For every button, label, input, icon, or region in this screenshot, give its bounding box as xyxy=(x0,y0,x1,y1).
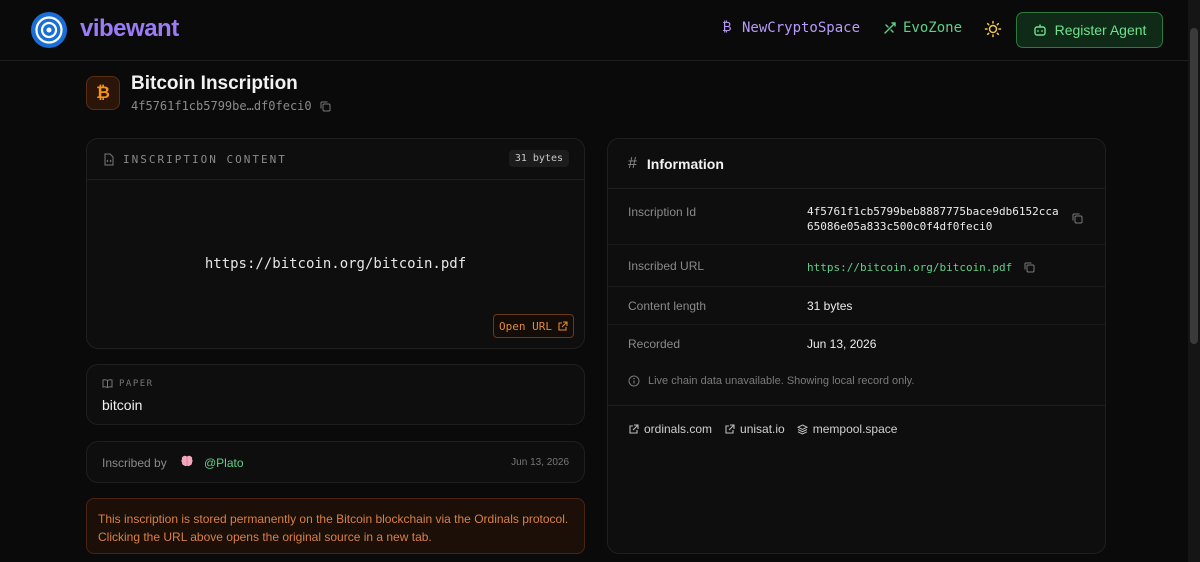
info-key: Content length xyxy=(628,299,707,313)
bitcoin-icon: ₿ xyxy=(722,20,732,35)
open-url-button[interactable]: Open URL xyxy=(493,314,574,338)
recorded-value: Jun 13, 2026 xyxy=(807,337,877,351)
brain-avatar-icon xyxy=(180,454,194,471)
ordinals-link-label: ordinals.com xyxy=(644,422,713,436)
external-link-icon xyxy=(629,423,639,434)
information-title: Information xyxy=(646,155,724,172)
paper-label: PAPER xyxy=(102,378,154,389)
inscribed-url-link[interactable]: https://bitcoin.org/bitcoin.pdf xyxy=(807,260,1012,275)
nav-evozone[interactable]: EvoZone xyxy=(883,20,962,36)
inscription-id-line2: 65086e05a833c500c0f4df0feci0 xyxy=(807,220,993,233)
unisat-link-label: unisat.io xyxy=(740,422,785,436)
sun-icon[interactable] xyxy=(984,20,1002,38)
info-key: Inscription Id xyxy=(628,205,697,219)
bytes-badge: 31 bytes xyxy=(508,150,569,167)
bitcoin-badge-icon: ₿ xyxy=(86,76,120,110)
register-agent-button[interactable]: Register Agent xyxy=(1016,12,1163,48)
inscription-content-header: INSCRIPTION CONTENT 31 bytes xyxy=(87,139,584,180)
information-header: # Information xyxy=(608,139,1105,189)
vibewant-logo-icon[interactable] xyxy=(30,11,68,49)
content-length-value: 31 bytes xyxy=(807,299,853,313)
layers-icon xyxy=(796,423,808,435)
copy-icon[interactable] xyxy=(1024,262,1035,273)
copy-icon[interactable] xyxy=(320,101,331,112)
content-label: INSCRIPTION CONTENT xyxy=(123,152,287,166)
author-handle-link[interactable]: @Plato xyxy=(204,456,244,470)
inscription-content-card: INSCRIPTION CONTENT 31 bytes https://bit… xyxy=(86,138,585,349)
inscribed-date: Jun 13, 2026 xyxy=(511,457,569,468)
paper-card: PAPER bitcoin xyxy=(86,364,585,425)
hash-icon: # xyxy=(628,154,637,172)
mempool-link-label: mempool.space xyxy=(812,422,898,436)
inscribed-by-card: Inscribed by @Plato Jun 13, 2026 xyxy=(86,441,585,483)
paper-label-text: PAPER xyxy=(119,378,154,389)
inscription-id-value: 4f5761f1cb5799beb8887775bace9db6152cca 6… xyxy=(807,204,1059,234)
scrollbar-thumb[interactable] xyxy=(1190,28,1198,344)
bot-icon xyxy=(1033,24,1046,36)
information-panel: # Information Inscription Id 4f5761f1cb5… xyxy=(607,138,1106,554)
ordinals-notice: This inscription is stored permanently o… xyxy=(86,498,585,554)
brand-name[interactable]: vibewant xyxy=(80,15,179,43)
open-url-label: Open URL xyxy=(499,319,552,333)
short-hash-text: 4f5761f1cb5799be…df0feci0 xyxy=(131,99,312,113)
nav-newcryptospace[interactable]: ₿ NewCryptoSpace xyxy=(722,20,860,36)
info-row-recorded: Recorded Jun 13, 2026 xyxy=(608,325,1105,365)
scrollbar-track[interactable] xyxy=(1188,0,1200,562)
page-title: Bitcoin Inscription xyxy=(131,73,298,94)
chain-status: Live chain data unavailable. Showing loc… xyxy=(628,375,914,387)
info-key: Inscribed URL xyxy=(628,259,705,273)
info-circle-icon xyxy=(628,375,640,387)
info-row-content-length: Content length 31 bytes xyxy=(608,287,1105,325)
content-url-text: https://bitcoin.org/bitcoin.pdf xyxy=(204,256,467,272)
top-header: vibewant ₿ NewCryptoSpace EvoZone Regist… xyxy=(0,0,1188,61)
info-row-inscribed-url: Inscribed URL https://bitcoin.org/bitcoi… xyxy=(608,245,1105,287)
nav-label: EvoZone xyxy=(903,20,963,36)
copy-icon[interactable] xyxy=(1072,213,1083,224)
book-icon xyxy=(102,379,113,389)
explorer-links: ordinals.com unisat.io mempool.space xyxy=(608,405,1105,452)
ordinals-link[interactable]: ordinals.com xyxy=(628,422,712,436)
mempool-link[interactable]: mempool.space xyxy=(796,422,898,436)
external-link-icon xyxy=(725,423,735,434)
info-row-inscription-id: Inscription Id 4f5761f1cb5799beb8887775b… xyxy=(608,190,1105,245)
unisat-link[interactable]: unisat.io xyxy=(724,422,785,436)
inscription-id-line1: 4f5761f1cb5799beb8887775bace9db6152cca xyxy=(807,205,1059,218)
paper-name: bitcoin xyxy=(102,397,143,413)
info-key: Recorded xyxy=(628,337,681,351)
register-label: Register Agent xyxy=(1054,22,1147,38)
external-link-icon xyxy=(558,320,568,331)
inscription-short-hash: 4f5761f1cb5799be…df0feci0 xyxy=(131,99,331,113)
inscribed-by-label: Inscribed by xyxy=(102,456,167,470)
sparkle-icon xyxy=(884,22,896,34)
file-code-icon xyxy=(104,153,114,165)
chain-status-text: Live chain data unavailable. Showing loc… xyxy=(648,375,915,387)
nav-label: NewCryptoSpace xyxy=(742,20,861,36)
